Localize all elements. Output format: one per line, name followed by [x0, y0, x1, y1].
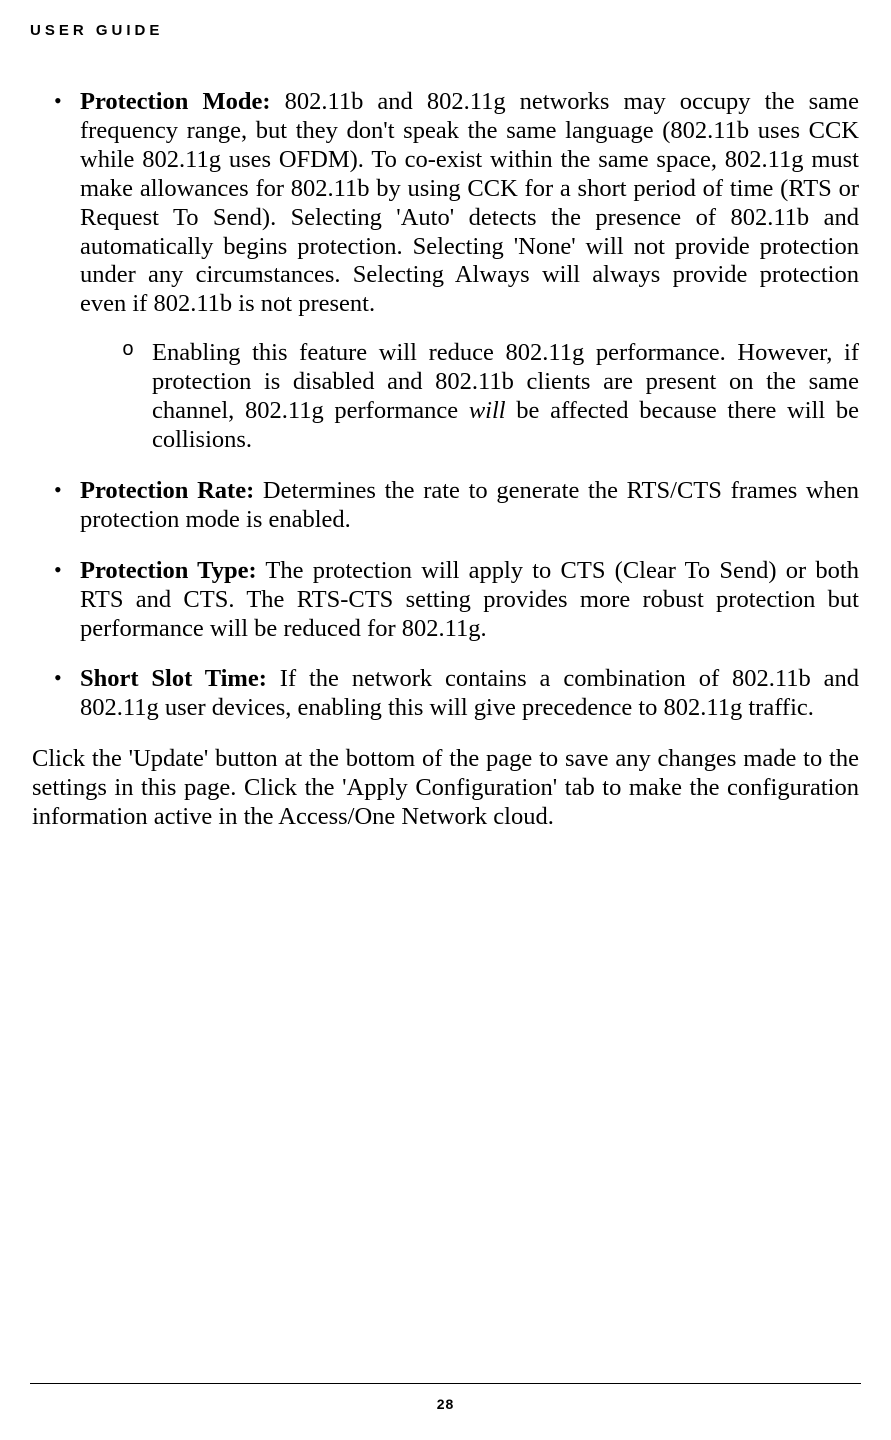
bullet-protection-type: Protection Type: The protection will app…: [32, 557, 859, 644]
closing-paragraph: Click the 'Update' button at the bottom …: [32, 745, 859, 832]
bullet-title: Protection Mode:: [80, 88, 271, 115]
bullet-text: 802.11b and 802.11g networks may occupy …: [80, 88, 859, 317]
footer-rule: [30, 1383, 861, 1384]
bullet-protection-rate: Protection Rate: Determines the rate to …: [32, 477, 859, 535]
bullet-title: Short Slot Time:: [80, 665, 267, 692]
page-header: USER GUIDE: [30, 22, 163, 39]
bullet-short-slot-time: Short Slot Time: If the network contains…: [32, 665, 859, 723]
bullet-protection-mode: Protection Mode: 802.11b and 802.11g net…: [32, 88, 859, 455]
sub-list: Enabling this feature will reduce 802.11…: [80, 339, 859, 455]
bullet-title: Protection Type:: [80, 557, 257, 584]
sub-text-italic: will: [469, 397, 506, 424]
page-number: 28: [0, 1396, 891, 1412]
sub-item: Enabling this feature will reduce 802.11…: [80, 339, 859, 455]
bullet-list: Protection Mode: 802.11b and 802.11g net…: [32, 88, 859, 723]
page-content: Protection Mode: 802.11b and 802.11g net…: [32, 88, 859, 856]
bullet-title: Protection Rate:: [80, 477, 254, 504]
